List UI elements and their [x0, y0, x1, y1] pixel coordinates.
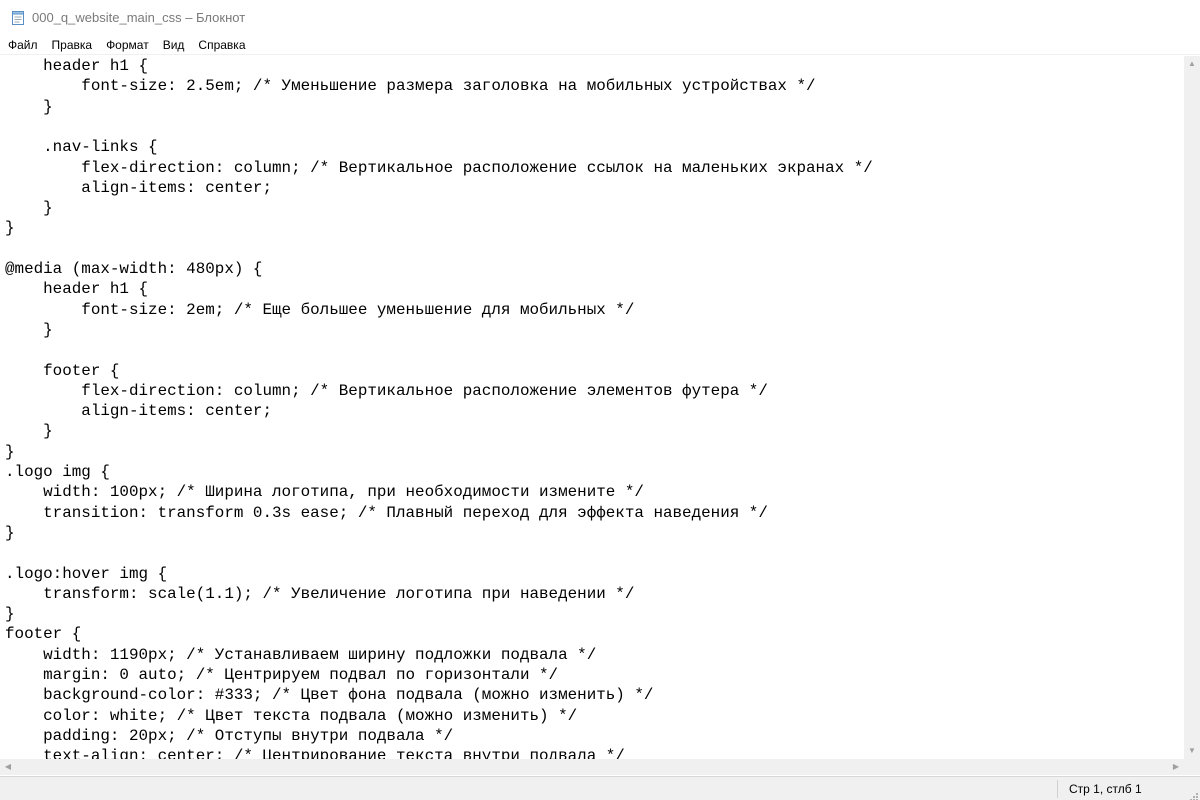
- menu-edit[interactable]: Правка: [45, 36, 100, 55]
- code-line: width: 1190px; /* Устанавливаем ширину п…: [5, 645, 597, 664]
- menu-file[interactable]: Файл: [0, 36, 45, 55]
- code-line: font-size: 2em; /* Еще большее уменьшени…: [5, 300, 635, 319]
- code-line: text-align: center; /* Центрирование тек…: [5, 747, 625, 759]
- resize-grip-icon[interactable]: [1188, 788, 1198, 800]
- code-line: transform: scale(1.1); /* Увеличение лог…: [5, 584, 635, 603]
- code-line: align-items: center;: [5, 178, 273, 197]
- code-line: font-size: 2.5em; /* Уменьшение размера …: [5, 77, 816, 96]
- cursor-position: Стр 1, стлб 1: [1069, 782, 1142, 796]
- title-bar: 000_q_website_main_css – Блокнот: [0, 0, 1200, 36]
- code-line: transition: transform 0.3s ease; /* Плав…: [5, 503, 768, 522]
- code-line: }: [5, 422, 53, 441]
- code-line: }: [5, 199, 53, 218]
- window-title: 000_q_website_main_css – Блокнот: [32, 10, 246, 25]
- code-line: background-color: #333; /* Цвет фона под…: [5, 686, 654, 705]
- code-line: flex-direction: column; /* Вертикальное …: [5, 381, 768, 400]
- text-editor-area[interactable]: header h1 { font-size: 2.5em; /* Уменьше…: [0, 56, 1184, 759]
- scroll-left-icon[interactable]: ◀: [0, 759, 16, 775]
- menu-format[interactable]: Формат: [99, 36, 156, 55]
- code-line: header h1 {: [5, 57, 149, 75]
- code-line: }: [5, 219, 15, 238]
- scrollbar-corner: [1184, 759, 1200, 775]
- code-line: }: [5, 442, 15, 461]
- menu-view[interactable]: Вид: [156, 36, 192, 55]
- scroll-down-icon[interactable]: ▼: [1184, 743, 1200, 759]
- notepad-icon: [10, 10, 26, 26]
- vertical-scrollbar[interactable]: ▲ ▼: [1184, 56, 1200, 759]
- code-line: }: [5, 605, 15, 624]
- code-line: footer {: [5, 625, 82, 644]
- menu-help[interactable]: Справка: [191, 36, 252, 55]
- code-line: header h1 {: [5, 280, 149, 299]
- code-line: color: white; /* Цвет текста подвала (мо…: [5, 706, 578, 725]
- code-line: align-items: center;: [5, 402, 273, 421]
- code-line: }: [5, 523, 15, 542]
- code-line: .nav-links {: [5, 138, 158, 157]
- code-line: footer {: [5, 361, 120, 380]
- code-line: width: 100px; /* Ширина логотипа, при не…: [5, 483, 644, 502]
- menu-bar: Файл Правка Формат Вид Справка: [0, 36, 1200, 55]
- code-line: .logo img {: [5, 463, 110, 481]
- scroll-right-icon[interactable]: ▶: [1168, 759, 1184, 775]
- code-line: margin: 0 auto; /* Центрируем подвал по …: [5, 666, 559, 684]
- status-divider: [1057, 780, 1058, 798]
- code-line: flex-direction: column; /* Вертикальное …: [5, 158, 873, 177]
- scroll-up-icon[interactable]: ▲: [1184, 56, 1200, 72]
- code-line: padding: 20px; /* Отступы внутри подвала…: [5, 726, 454, 745]
- code-line: .logo:hover img {: [5, 564, 168, 583]
- horizontal-scrollbar[interactable]: ◀ ▶: [0, 759, 1184, 775]
- code-line: @media (max-width: 480px) {: [5, 260, 263, 278]
- code-line: }: [5, 320, 53, 339]
- status-bar: Стр 1, стлб 1: [0, 776, 1200, 800]
- code-line: }: [5, 97, 53, 116]
